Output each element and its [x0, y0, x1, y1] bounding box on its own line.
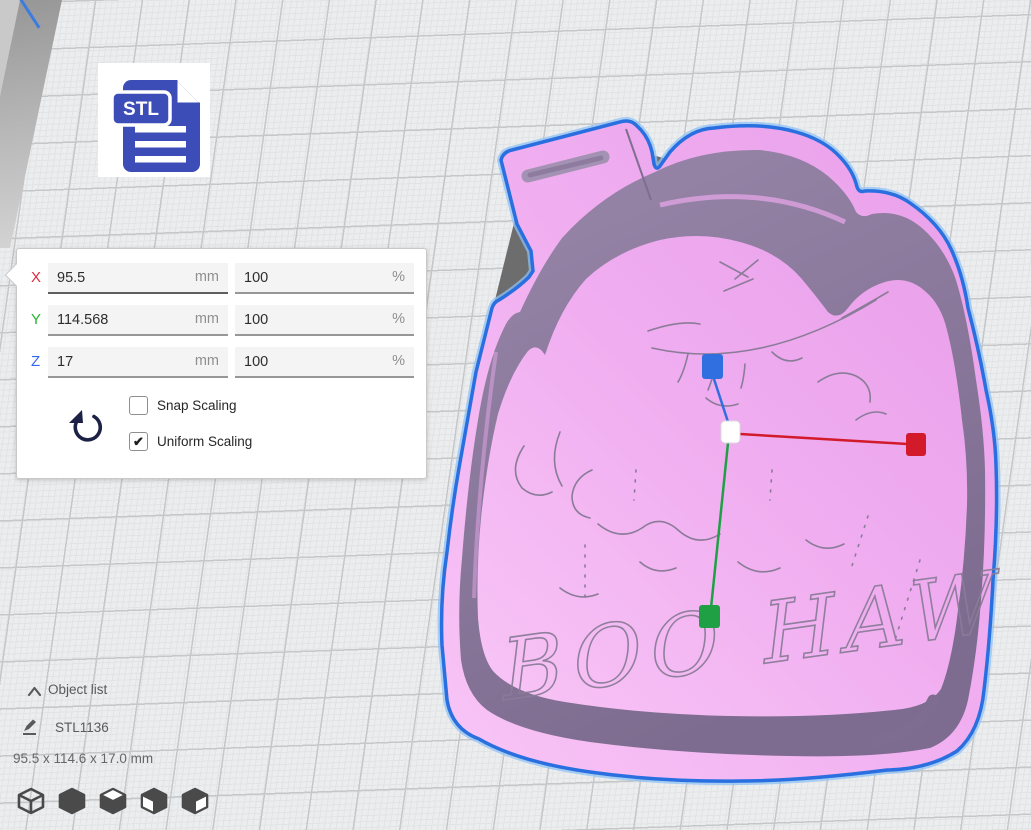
x-size-field[interactable]: mm — [48, 263, 228, 294]
view-left-button[interactable] — [139, 786, 169, 816]
camera-view-toolbar — [16, 786, 210, 818]
z-percent-field[interactable]: % — [235, 347, 414, 378]
axis-x-label: X — [31, 269, 49, 286]
document-line — [135, 126, 186, 133]
uniform-scaling-label: Uniform Scaling — [157, 434, 252, 449]
view-right-button[interactable] — [180, 786, 210, 816]
gizmo-center-handle[interactable] — [721, 421, 740, 443]
cube-solid-icon — [57, 786, 87, 816]
scale-row-x: X mm % — [17, 263, 426, 292]
y-percent-input[interactable] — [235, 305, 414, 334]
view-top-button[interactable] — [98, 786, 128, 816]
gizmo-x-handle[interactable] — [906, 433, 926, 456]
z-size-field[interactable]: mm — [48, 347, 228, 378]
model-dimensions: 95.5 x 114.6 x 17.0 mm — [13, 751, 153, 766]
object-list-panel: Object list STL1136 95.5 x 114.6 x 17.0 … — [0, 676, 260, 776]
gizmo-z-handle[interactable] — [702, 354, 723, 379]
x-size-input[interactable] — [48, 263, 228, 292]
y-percent-field[interactable]: % — [235, 305, 414, 336]
collapse-chevron-icon[interactable] — [27, 684, 42, 702]
document-fold — [176, 80, 200, 104]
cube-top-face-icon — [98, 786, 128, 816]
cube-right-face-icon — [180, 786, 210, 816]
stl-badge-label: STL — [123, 99, 159, 120]
slicer-viewport: BOO HAW STL X — [0, 0, 1031, 830]
edit-pencil-icon — [21, 718, 38, 741]
x-percent-input[interactable] — [235, 263, 414, 292]
cube-wireframe-icon — [16, 786, 46, 816]
cube-left-face-icon — [139, 786, 169, 816]
snap-scaling-label: Snap Scaling — [157, 398, 237, 413]
scale-tool-panel: X mm % Y mm % Z mm — [16, 248, 427, 479]
z-percent-input[interactable] — [235, 347, 414, 376]
gizmo-y-handle[interactable] — [699, 605, 720, 628]
reset-scale-button[interactable] — [65, 407, 109, 447]
z-size-input[interactable] — [48, 347, 228, 376]
axis-z-label: Z — [31, 353, 49, 370]
y-size-field[interactable]: mm — [48, 305, 228, 336]
y-size-input[interactable] — [48, 305, 228, 334]
uniform-scaling-checkbox[interactable]: ✔ — [129, 432, 148, 451]
snap-scaling-checkbox[interactable] — [129, 396, 148, 415]
scale-row-z: Z mm % — [17, 347, 426, 376]
scale-row-y: Y mm % — [17, 305, 426, 334]
view-front-button[interactable] — [57, 786, 87, 816]
document-line — [135, 156, 186, 163]
stl-file-icon: STL — [98, 63, 210, 177]
object-list-header[interactable]: Object list — [48, 682, 107, 697]
reset-arrow-head — [69, 410, 83, 423]
document-line — [135, 141, 186, 148]
view-3d-button[interactable] — [16, 786, 46, 816]
axis-y-label: Y — [31, 311, 49, 328]
x-percent-field[interactable]: % — [235, 263, 414, 294]
object-list-item[interactable]: STL1136 — [55, 720, 109, 735]
